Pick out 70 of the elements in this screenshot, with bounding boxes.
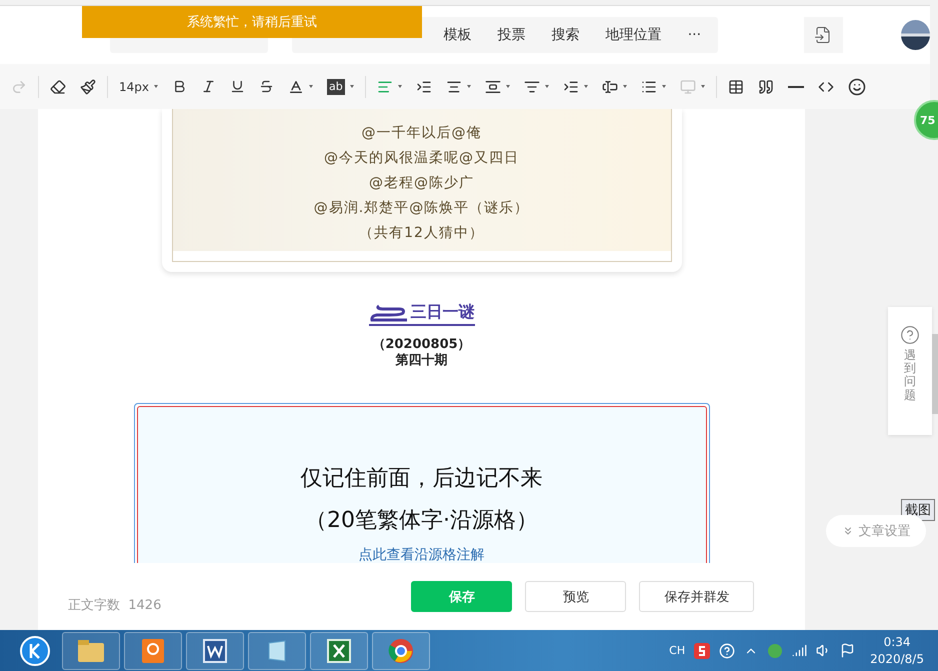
redo-icon (11, 78, 27, 94)
paintbrush-icon (80, 78, 96, 94)
status-dot-icon[interactable] (767, 642, 784, 658)
error-banner: 系统繁忙，请稍后重试 (82, 6, 422, 38)
font-size-dropdown[interactable]: 14px (112, 72, 165, 102)
spreadsheet-icon (327, 638, 351, 662)
nav-item[interactable]: ··· (688, 27, 702, 43)
clock[interactable]: 0:34 2020/8/5 (870, 634, 924, 668)
eraser-icon (50, 78, 66, 94)
browser-icon (388, 638, 414, 664)
list-icon (640, 78, 657, 94)
avatar[interactable] (901, 20, 930, 50)
language-indicator[interactable]: CH (669, 644, 686, 657)
help-panel[interactable]: 遇到问题 (888, 307, 932, 435)
issue-text: 第四十期 (396, 353, 448, 369)
shading-icon (680, 78, 696, 94)
signal-icon[interactable] (792, 643, 808, 658)
font-color-icon (288, 78, 304, 94)
export-button[interactable] (804, 17, 844, 53)
riddle-line: （20笔繁体字·沿源格） (305, 507, 538, 535)
winner-line: @易润.郑楚平@陈焕平（谜乐） (314, 199, 530, 218)
bold-icon (172, 79, 187, 94)
nav-item[interactable]: 地理位置 (606, 26, 662, 44)
strikethrough-icon (259, 79, 274, 94)
table-icon (728, 78, 744, 94)
horizontal-line-icon (788, 86, 804, 88)
highlight-button[interactable]: ab (320, 72, 361, 102)
taskbar-app[interactable] (186, 632, 244, 670)
nav-item[interactable]: 模板 (444, 26, 472, 44)
annotation-link[interactable]: 点此查看沿源格注解 (358, 546, 484, 563)
underline-icon (230, 79, 245, 94)
folder-icon (77, 638, 105, 662)
swirl-icon (368, 302, 406, 322)
line-height-icon (524, 78, 540, 94)
help-label: 遇到问题 (904, 349, 916, 402)
word-count: 正文字数 1426 (68, 596, 162, 614)
taskbar-app[interactable] (372, 632, 430, 670)
winner-line: @今天的风很温柔呢@又四日 (324, 149, 519, 168)
smiley-icon (848, 78, 866, 96)
help-icon[interactable] (719, 642, 736, 658)
flag-icon[interactable] (840, 643, 856, 658)
taskbar-app[interactable] (310, 632, 368, 670)
spacing-icon (484, 78, 501, 94)
winner-line: （共有12人猜中） (359, 224, 484, 243)
taskbar-app[interactable] (62, 632, 120, 670)
taskbar-app[interactable] (124, 632, 182, 670)
document-icon (141, 638, 165, 664)
indent-icon (416, 78, 432, 94)
date-text: （20200805） (372, 337, 471, 353)
document-icon (203, 638, 227, 662)
list-indent-icon (562, 78, 579, 94)
footer-button[interactable]: 保存并群发 (639, 581, 754, 612)
input-method-icon[interactable] (694, 642, 710, 658)
nav-item[interactable]: 投票 (498, 26, 526, 44)
winner-line: @一千年以后@俺 (362, 124, 482, 143)
italic-icon (201, 79, 216, 94)
quote-icon (758, 78, 774, 94)
export-icon (814, 26, 832, 44)
scrollbar-thumb[interactable] (932, 334, 938, 414)
nav-item[interactable]: 搜索 (552, 26, 580, 44)
app-circle-icon (20, 636, 50, 666)
align-left-icon (376, 78, 393, 94)
help-icon (900, 325, 920, 345)
section-title: 三日一谜 (368, 302, 474, 326)
letter-spacing-icon (602, 78, 618, 94)
taskbar-app[interactable] (248, 632, 306, 670)
footer-button[interactable]: 预览 (525, 581, 626, 612)
align-center-icon (446, 78, 462, 94)
winner-line: @老程@陈少广 (369, 174, 474, 193)
riddle-line: 仅记住前面，后边记不来 (300, 465, 542, 493)
